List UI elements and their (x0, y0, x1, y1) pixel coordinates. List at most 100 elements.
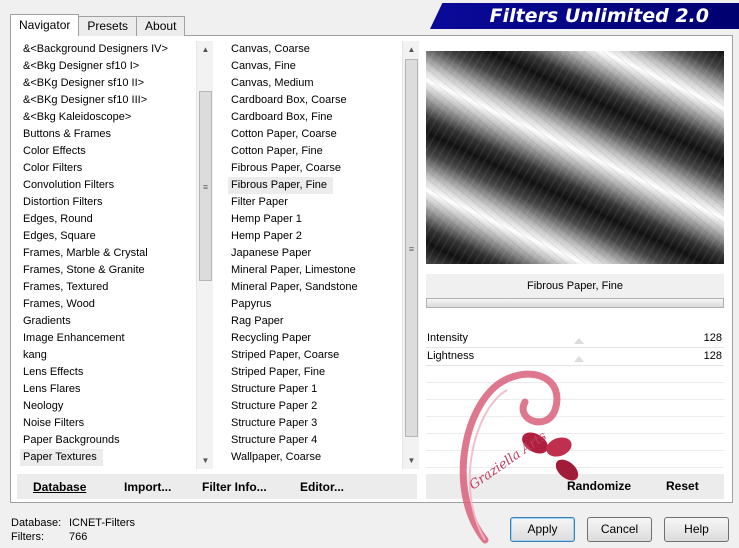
category-scrollbar[interactable]: ▲ ≡ ▼ (196, 41, 213, 469)
database-label: Database: (11, 517, 62, 529)
category-list[interactable]: &<Background Designers IV> &<Bkg Designer… (20, 41, 196, 469)
list-item[interactable]: Cotton Paper, Fine (228, 143, 402, 160)
list-item-label: Cardboard Box, Fine (231, 111, 333, 123)
list-item[interactable]: &<Bkg Kaleidoscope> (20, 109, 196, 126)
slider-thumb-icon[interactable] (574, 356, 584, 362)
preview-image (426, 51, 724, 264)
import-button[interactable]: Import... (124, 480, 171, 494)
list-item-label: Lens Effects (23, 366, 84, 378)
list-item[interactable]: &<BKg Designer sf10 II> (20, 75, 196, 92)
list-item-label: Cotton Paper, Fine (231, 145, 323, 157)
list-item[interactable]: Lens Flares (20, 381, 196, 398)
list-item[interactable]: Convolution Filters (20, 177, 196, 194)
list-item[interactable]: Edges, Round (20, 211, 196, 228)
list-item[interactable]: Striped Paper, Coarse (228, 347, 402, 364)
list-item[interactable]: Cotton Paper, Coarse (228, 126, 402, 143)
empty-slider-row (426, 366, 724, 383)
list-item[interactable]: Lens Effects (20, 364, 196, 381)
tab-about[interactable]: About (136, 16, 186, 36)
cancel-button[interactable]: Cancel (587, 517, 652, 542)
list-item-label: Canvas, Coarse (231, 43, 310, 55)
list-item[interactable]: Fibrous Paper, Coarse (228, 160, 402, 177)
list-item-label: Striped Paper, Fine (231, 366, 326, 378)
scroll-thumb[interactable]: ≡ (405, 59, 418, 437)
slider-label: Lightness (427, 350, 475, 362)
scroll-down-icon[interactable]: ▼ (197, 452, 214, 469)
list-item-label: Gradients (23, 315, 71, 327)
list-item[interactable]: Filter Paper (228, 194, 402, 211)
list-item[interactable]: Noise Filters (20, 415, 196, 432)
list-item[interactable]: Papyrus (228, 296, 402, 313)
list-item[interactable]: Mineral Paper, Limestone (228, 262, 402, 279)
list-item[interactable]: Japanese Paper (228, 245, 402, 262)
empty-slider-row (426, 417, 724, 434)
list-item[interactable]: Color Effects (20, 143, 196, 160)
list-item[interactable]: Rag Paper (228, 313, 402, 330)
scroll-up-icon[interactable]: ▲ (403, 41, 420, 58)
empty-slider-row (426, 434, 724, 451)
list-item[interactable]: Structure Paper 1 (228, 381, 402, 398)
scroll-down-icon[interactable]: ▼ (403, 452, 420, 469)
list-item[interactable]: Structure Paper 3 (228, 415, 402, 432)
list-item[interactable]: Image Enhancement (20, 330, 196, 347)
list-item[interactable]: Frames, Textured (20, 279, 196, 296)
list-item-label: Fibrous Paper, Coarse (231, 162, 342, 174)
database-button[interactable]: Database (33, 480, 86, 494)
list-item[interactable]: Cardboard Box, Fine (228, 109, 402, 126)
list-item[interactable]: Hemp Paper 1 (228, 211, 402, 228)
list-item[interactable]: kang (20, 347, 196, 364)
list-item-label: &<Bkg Designer sf10 I> (23, 60, 140, 72)
randomize-button[interactable]: Randomize (567, 479, 631, 493)
list-item[interactable]: Structure Paper 4 (228, 432, 402, 449)
list-item[interactable]: Buttons & Frames (20, 126, 196, 143)
bottom-toolbar-left: Database Import... Filter Info... Editor… (17, 474, 417, 499)
list-item[interactable]: &<Bkg Designer sf10 I> (20, 58, 196, 75)
list-item-label: Paper Backgrounds (23, 434, 120, 446)
filter-list[interactable]: Canvas, Coarse Canvas, Fine Canvas, Medium… (228, 41, 402, 469)
list-item[interactable]: Striped Paper, Fine (228, 364, 402, 381)
list-item[interactable]: Frames, Wood (20, 296, 196, 313)
list-item[interactable]: Frames, Stone & Granite (20, 262, 196, 279)
slider-thumb-icon[interactable] (574, 338, 584, 344)
list-item[interactable]: Paper Textures (20, 449, 196, 466)
list-item[interactable]: &<Background Designers IV> (20, 41, 196, 58)
list-item[interactable]: Hemp Paper 2 (228, 228, 402, 245)
list-item-label: Canvas, Medium (231, 77, 314, 89)
list-item[interactable]: Canvas, Coarse (228, 41, 402, 58)
list-item[interactable]: Paper Backgrounds (20, 432, 196, 449)
list-item-label: Canvas, Fine (231, 60, 296, 72)
tab-navigator[interactable]: Navigator (10, 14, 80, 36)
list-item-label: Frames, Textured (23, 281, 109, 293)
tab-presets[interactable]: Presets (78, 16, 138, 36)
help-button[interactable]: Help (664, 517, 729, 542)
list-item[interactable]: Structure Paper 2 (228, 398, 402, 415)
filter-scrollbar[interactable]: ▲ ≡ ▼ (402, 41, 419, 469)
list-item[interactable]: Mineral Paper, Sandstone (228, 279, 402, 296)
intensity-slider[interactable]: Intensity 128 (426, 330, 724, 348)
list-item[interactable]: Wallpaper, Coarse (228, 449, 402, 466)
list-item[interactable]: Canvas, Medium (228, 75, 402, 92)
filter-info-button[interactable]: Filter Info... (202, 480, 267, 494)
empty-slider-row (426, 383, 724, 400)
reset-button[interactable]: Reset (666, 479, 699, 493)
scroll-up-icon[interactable]: ▲ (197, 41, 214, 58)
list-item[interactable]: Distortion Filters (20, 194, 196, 211)
list-item[interactable]: Neology (20, 398, 196, 415)
apply-button[interactable]: Apply (510, 517, 575, 542)
list-item-label: &<Bkg Kaleidoscope> (23, 111, 132, 123)
list-item[interactable]: &<BKg Designer sf10 III> (20, 92, 196, 109)
scroll-thumb[interactable]: ≡ (199, 91, 212, 281)
list-item[interactable]: Gradients (20, 313, 196, 330)
list-item[interactable]: Fibrous Paper, Fine (228, 177, 402, 194)
list-item-label: Color Effects (23, 145, 86, 157)
editor-button[interactable]: Editor... (300, 480, 344, 494)
list-item-label: Cardboard Box, Coarse (231, 94, 347, 106)
lightness-slider[interactable]: Lightness 128 (426, 348, 724, 366)
list-item[interactable]: Cardboard Box, Coarse (228, 92, 402, 109)
list-item-label: Fibrous Paper, Fine (228, 177, 333, 194)
list-item[interactable]: Canvas, Fine (228, 58, 402, 75)
list-item[interactable]: Color Filters (20, 160, 196, 177)
list-item[interactable]: Frames, Marble & Crystal (20, 245, 196, 262)
list-item[interactable]: Recycling Paper (228, 330, 402, 347)
list-item[interactable]: Edges, Square (20, 228, 196, 245)
